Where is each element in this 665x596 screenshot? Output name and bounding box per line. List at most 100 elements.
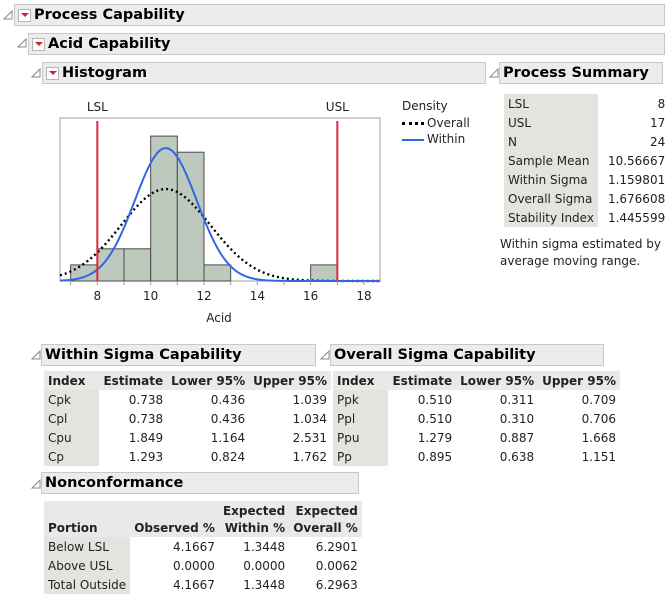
table-row: Pp 0.895 0.638 1.151 (333, 447, 620, 466)
histogram-header[interactable]: Histogram (42, 62, 486, 84)
legend-item-overall: Overall (402, 116, 470, 132)
summary-value: 8 (657, 96, 665, 111)
summary-row: Stability Index 1.445599 (504, 208, 665, 227)
histogram-title: Histogram (62, 65, 148, 81)
column-header: Upper 95% (538, 371, 620, 390)
x-tick-label: 14 (250, 289, 265, 303)
value-cell: 1.164 (210, 430, 246, 445)
process-capability-title: Process Capability (34, 7, 185, 23)
table-row: Cpk 0.738 0.436 1.039 (44, 390, 331, 409)
red-triangle-menu-icon[interactable] (32, 37, 45, 51)
value-cell: 0.709 (581, 392, 616, 407)
disclosure-triangle-icon[interactable] (17, 38, 27, 48)
summary-label: Overall Sigma (504, 189, 598, 208)
table-row: Cpl 0.738 0.436 1.034 (44, 409, 331, 428)
index-cell: Ppk (333, 390, 389, 409)
table-row: Above USL 0.0000 0.0000 0.0062 (44, 556, 362, 575)
value-cell: 0.0062 (315, 558, 358, 573)
value-cell: 0.638 (499, 449, 535, 464)
nonconformance-title: Nonconformance (45, 475, 184, 491)
process-summary-table: LSL 8 USL 17 N 24 Sample Mean 10.56667 Within Si… (504, 94, 665, 227)
table-row: Ppu 1.279 0.887 1.668 (333, 428, 620, 447)
spec-label-lsl: LSL (87, 100, 108, 114)
value-cell: 1.039 (292, 392, 327, 407)
disclosure-triangle-icon[interactable] (489, 68, 499, 78)
legend-title: Density (402, 99, 448, 113)
index-cell: Ppu (333, 428, 389, 447)
within-sigma-header[interactable]: Within Sigma Capability (41, 344, 316, 366)
value-cell: 1.279 (417, 430, 453, 445)
red-triangle-menu-icon[interactable] (18, 8, 31, 22)
summary-value: 17 (649, 115, 665, 130)
column-header: Index (333, 371, 389, 390)
disclosure-triangle-icon[interactable] (31, 479, 41, 489)
histogram-bar (123, 248, 152, 282)
summary-value: 24 (649, 134, 665, 149)
column-header: Estimate (388, 371, 457, 390)
overall-sigma-header[interactable]: Overall Sigma Capability (330, 344, 604, 366)
summary-row: N 24 (504, 132, 665, 151)
value-cell: 0.887 (499, 430, 535, 445)
process-summary-header[interactable]: Process Summary (499, 62, 663, 84)
disclosure-triangle-icon[interactable] (3, 10, 13, 20)
acid-capability-header[interactable]: Acid Capability (28, 33, 665, 55)
column-header: Index (44, 371, 100, 390)
value-cell: 0.895 (417, 449, 453, 464)
header-row: Index Estimate Lower 95% Upper 95% (333, 371, 620, 390)
table-row: Ppk 0.510 0.311 0.709 (333, 390, 620, 409)
value-cell: 1.034 (292, 411, 327, 426)
index-cell: Ppl (333, 409, 389, 428)
portion-cell: Total Outside (44, 575, 131, 594)
value-cell: 0.738 (128, 411, 164, 426)
value-cell: 1.293 (128, 449, 164, 464)
nonconformance-header[interactable]: Nonconformance (41, 472, 359, 494)
summary-label: Stability Index (504, 208, 598, 227)
index-cell: Pp (333, 447, 389, 466)
summary-row: Within Sigma 1.159801 (504, 170, 665, 189)
red-triangle-menu-icon[interactable] (46, 66, 59, 80)
x-tick-label: 8 (94, 289, 102, 303)
value-cell: 0.311 (499, 392, 535, 407)
value-cell: 1.668 (581, 430, 616, 445)
table-row: Total Outside 4.1667 1.3448 6.2963 (44, 575, 362, 594)
value-cell: 0.310 (499, 411, 535, 426)
spec-label-usl: USL (326, 100, 349, 114)
disclosure-triangle-icon[interactable] (31, 350, 41, 360)
summary-row: USL 17 (504, 113, 665, 132)
within-sigma-title: Within Sigma Capability (45, 347, 242, 363)
value-cell: 6.2901 (315, 539, 358, 554)
histogram-bar (310, 264, 338, 282)
value-cell: 4.1667 (172, 577, 215, 592)
summary-label: N (504, 132, 598, 151)
value-cell: 6.2963 (315, 577, 358, 592)
value-cell: 0.510 (417, 392, 453, 407)
value-cell: 0.436 (210, 392, 246, 407)
x-axis-label: Acid (206, 311, 232, 325)
summary-label: Sample Mean (504, 151, 598, 170)
summary-value: 10.56667 (607, 153, 665, 168)
x-tick-label: 10 (143, 289, 158, 303)
legend-item-within: Within (402, 132, 470, 148)
process-capability-header[interactable]: Process Capability (14, 4, 665, 26)
disclosure-triangle-icon[interactable] (320, 350, 330, 360)
summary-label: Within Sigma (504, 170, 598, 189)
value-cell: 0.0000 (243, 558, 286, 573)
acid-capability-title: Acid Capability (48, 36, 171, 52)
nonconformance-table: Portion Observed % Expected Within % Expecte… (44, 501, 362, 594)
value-cell: 1.3448 (243, 577, 286, 592)
disclosure-triangle-icon[interactable] (31, 68, 41, 78)
table-row: Cpu 1.849 1.164 2.531 (44, 428, 331, 447)
x-tick-label: 18 (356, 289, 371, 303)
column-header: Lower 95% (456, 371, 539, 390)
value-cell: 1.849 (128, 430, 164, 445)
table-row: Cp 1.293 0.824 1.762 (44, 447, 331, 466)
summary-row: Overall Sigma 1.676608 (504, 189, 665, 208)
summary-label: USL (504, 113, 598, 132)
overall-sigma-title: Overall Sigma Capability (334, 347, 536, 363)
summary-value: 1.159801 (607, 172, 665, 187)
index-cell: Cpk (44, 390, 100, 409)
histogram-chart: LSL USL 8 10 12 14 16 18 Acid (59, 100, 381, 325)
table-row: Below LSL 4.1667 1.3448 6.2901 (44, 537, 362, 556)
summary-value: 1.445599 (607, 210, 665, 225)
within-sigma-table: Index Estimate Lower 95% Upper 95% Cpk 0.738 0… (44, 371, 331, 466)
